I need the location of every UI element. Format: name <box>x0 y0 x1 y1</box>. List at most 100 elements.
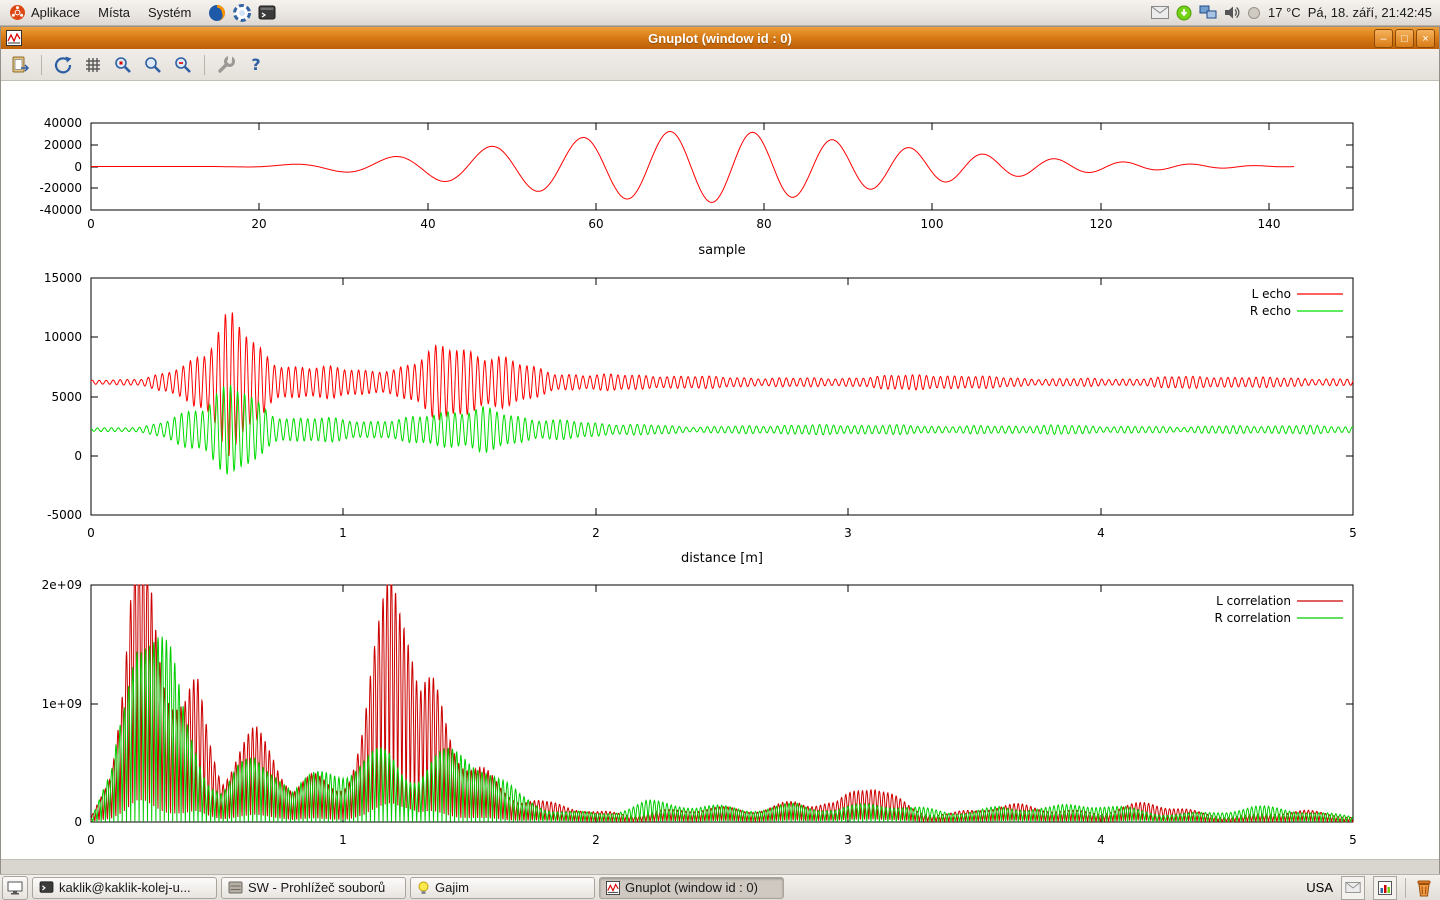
maximize-button[interactable]: □ <box>1395 29 1414 48</box>
terminal-launcher-icon[interactable] <box>258 5 276 21</box>
minimize-button[interactable]: – <box>1374 29 1393 48</box>
svg-text:20: 20 <box>251 217 266 231</box>
svg-text:4: 4 <box>1097 526 1105 540</box>
gnuplot-tray-button[interactable] <box>1373 876 1397 900</box>
svg-text:5: 5 <box>1349 833 1357 847</box>
svg-text:2e+09: 2e+09 <box>42 578 82 592</box>
svg-text:40000: 40000 <box>44 116 82 130</box>
desktop: Aplikace Místa Systém <box>0 0 1440 900</box>
toolbar-separator <box>204 55 205 75</box>
mail-icon <box>1345 882 1361 893</box>
toolbar-help-button[interactable]: ? <box>243 52 269 78</box>
svg-text:distance [m]: distance [m] <box>681 551 763 566</box>
svg-text:R correlation: R correlation <box>1214 611 1291 625</box>
svg-text:4: 4 <box>1097 833 1105 847</box>
chart-sample-signal: 02040608010012014040000200000-20000-4000… <box>1 113 1440 263</box>
menu-system[interactable]: Systém <box>139 0 200 25</box>
svg-text:-20000: -20000 <box>39 181 82 195</box>
svg-text:3: 3 <box>844 833 852 847</box>
titlebar[interactable]: Gnuplot (window id : 0) – □ × <box>1 27 1439 49</box>
svg-text:L correlation: L correlation <box>1216 594 1291 608</box>
toolbar-config-button[interactable] <box>213 52 239 78</box>
plot-canvas[interactable]: 02040608010012014040000200000-20000-4000… <box>1 81 1439 859</box>
keyboard-layout-indicator[interactable]: USA <box>1306 880 1333 895</box>
svg-text:-5000: -5000 <box>47 508 82 522</box>
chart-correlation: 0123452e+091e+090distance [m]L correlati… <box>1 577 1440 877</box>
svg-text:10000: 10000 <box>44 330 82 344</box>
svg-text:sample: sample <box>698 243 745 258</box>
chart-echo: 012345150001000050000-5000distance [m]L … <box>1 271 1440 571</box>
show-desktop-button[interactable] <box>2 876 28 900</box>
gnuplot-window: Gnuplot (window id : 0) – □ × <box>0 26 1440 875</box>
taskbar-tray: USA <box>1306 876 1438 900</box>
updates-tray-icon[interactable] <box>1176 5 1192 21</box>
task-terminal[interactable]: kaklik@kaklik-kolej-u... <box>32 877 217 899</box>
question-mark-icon: ? <box>251 55 260 74</box>
toolbar: ? <box>1 49 1439 81</box>
temperature-label: 17 °C <box>1268 5 1301 20</box>
task-label: Gnuplot (window id : 0) <box>625 880 758 895</box>
help-launcher-icon[interactable] <box>233 4 251 22</box>
svg-text:0: 0 <box>74 160 82 174</box>
svg-text:L echo: L echo <box>1252 287 1291 301</box>
taskbar-separator <box>1405 878 1406 898</box>
desktop-icon <box>7 881 23 895</box>
svg-text:15000: 15000 <box>44 271 82 285</box>
svg-text:2: 2 <box>592 833 600 847</box>
svg-text:1: 1 <box>339 833 347 847</box>
menu-places-label: Místa <box>98 5 130 20</box>
toolbar-copy-button[interactable] <box>7 52 33 78</box>
task-label: Gajim <box>435 880 469 895</box>
toolbar-grid-button[interactable] <box>80 52 106 78</box>
svg-text:1e+09: 1e+09 <box>42 697 82 711</box>
magnifier-icon <box>143 55 163 75</box>
weather-tray-icon[interactable] <box>1247 6 1261 20</box>
menu-system-label: Systém <box>148 5 191 20</box>
task-gnuplot[interactable]: Gnuplot (window id : 0) <box>599 877 784 899</box>
toolbar-zoom-button-1[interactable] <box>110 52 136 78</box>
gnuplot-icon <box>606 881 620 895</box>
top-panel: Aplikace Místa Systém <box>0 0 1440 26</box>
window-title: Gnuplot (window id : 0) <box>648 31 792 46</box>
refresh-icon <box>53 55 73 75</box>
ubuntu-logo-icon <box>9 4 26 21</box>
svg-text:3: 3 <box>844 526 852 540</box>
svg-text:40: 40 <box>420 217 435 231</box>
menu-applications[interactable]: Aplikace <box>0 0 89 25</box>
panel-tray: 17 °C Pá, 18. září, 21:42:45 <box>1151 5 1440 21</box>
menu-places[interactable]: Místa <box>89 0 139 25</box>
svg-text:5000: 5000 <box>51 390 82 404</box>
gnuplot-window-icon <box>6 30 22 46</box>
window-bottom-edge <box>1 859 1439 874</box>
svg-text:80: 80 <box>756 217 771 231</box>
svg-text:1: 1 <box>339 526 347 540</box>
window-controls: – □ × <box>1374 29 1435 48</box>
toolbar-zoom-button-2[interactable] <box>140 52 166 78</box>
taskbar: kaklik@kaklik-kolej-u... SW - Prohlížeč … <box>0 874 1440 900</box>
close-button[interactable]: × <box>1416 29 1435 48</box>
grid-icon <box>84 56 102 74</box>
toolbar-refresh-button[interactable] <box>50 52 76 78</box>
svg-text:5: 5 <box>1349 526 1357 540</box>
svg-text:0: 0 <box>74 449 82 463</box>
volume-tray-icon[interactable] <box>1224 5 1240 20</box>
svg-text:R echo: R echo <box>1250 304 1291 318</box>
copy-icon <box>10 55 30 75</box>
network-tray-icon[interactable] <box>1199 5 1217 20</box>
svg-text:0: 0 <box>87 833 95 847</box>
task-gajim[interactable]: Gajim <box>410 877 595 899</box>
trash-button[interactable] <box>1414 878 1434 898</box>
mail-tray-icon[interactable] <box>1151 6 1169 19</box>
toolbar-zoom-button-3[interactable] <box>170 52 196 78</box>
firefox-launcher-icon[interactable] <box>208 4 226 22</box>
terminal-icon <box>39 881 54 894</box>
magnifier-icon <box>173 55 193 75</box>
task-file-manager[interactable]: SW - Prohlížeč souborů <box>221 877 406 899</box>
svg-text:0: 0 <box>87 217 95 231</box>
panel-launchers <box>208 4 276 22</box>
clock[interactable]: Pá, 18. září, 21:42:45 <box>1308 5 1432 20</box>
mail-notification-button[interactable] <box>1341 876 1365 900</box>
file-manager-icon <box>228 881 243 894</box>
svg-text:0: 0 <box>74 815 82 829</box>
menu-applications-label: Aplikace <box>31 5 80 20</box>
